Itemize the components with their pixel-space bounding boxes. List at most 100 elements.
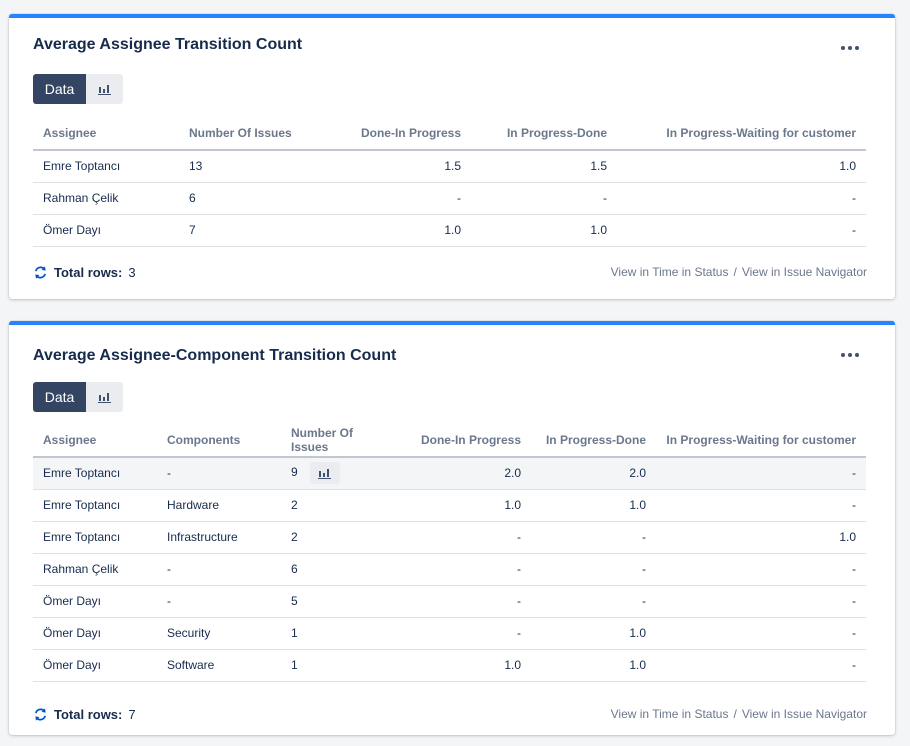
cell-issues: 7 <box>179 214 329 247</box>
link-separator: / <box>733 265 737 279</box>
cell-assignee: Ömer Dayı <box>33 649 157 682</box>
refresh-icon[interactable] <box>33 265 48 280</box>
cell-value: 1.0 <box>531 489 656 522</box>
cell-issues: 6 <box>281 553 403 586</box>
cell-assignee: Emre Toptancı <box>33 489 157 522</box>
total-rows: Total rows: 7 <box>33 707 136 722</box>
cell-issues-value: 9 <box>291 465 298 480</box>
table-header-row: Assignee Components Number Of Issues Don… <box>33 423 866 458</box>
column-header[interactable]: Assignee <box>33 116 179 151</box>
cell-value: - <box>329 182 471 215</box>
column-header[interactable]: Components <box>157 423 281 458</box>
view-toggle: Data <box>33 74 123 104</box>
view-time-in-status-link[interactable]: View in Time in Status <box>611 265 729 279</box>
column-header[interactable]: In Progress-Done <box>471 116 617 151</box>
gadget-assignee-component-transition: Average Assignee-Component Transition Co… <box>9 321 895 735</box>
column-header[interactable]: Done-In Progress <box>329 116 471 151</box>
cell-value: 1.0 <box>329 214 471 247</box>
table-row[interactable]: Emre Toptancı - 9 2.0 2.0 - <box>33 457 866 490</box>
row-chart-button[interactable] <box>309 462 340 485</box>
total-rows-label: Total rows: <box>54 706 123 722</box>
column-header[interactable]: In Progress-Waiting for customer <box>656 423 866 458</box>
cell-component: Hardware <box>157 489 281 522</box>
refresh-icon[interactable] <box>33 707 48 722</box>
cell-value: 1.0 <box>617 150 866 183</box>
total-rows-value: 3 <box>128 264 136 280</box>
cell-assignee: Ömer Dayı <box>33 214 179 247</box>
data-view-button[interactable]: Data <box>33 382 86 412</box>
cell-value: - <box>656 457 866 490</box>
chart-view-button[interactable] <box>86 74 123 104</box>
cell-issues: 1 <box>281 617 403 650</box>
cell-assignee: Emre Toptancı <box>33 150 179 183</box>
table-row: Ömer Dayı - 5 - - - <box>33 585 866 618</box>
more-icon[interactable] <box>841 349 861 361</box>
footer-links: View in Time in Status / View in Issue Nav… <box>611 265 867 279</box>
table-row: Emre Toptancı 13 1.5 1.5 1.0 <box>33 150 866 183</box>
table-row: Ömer Dayı Security 1 - 1.0 - <box>33 617 866 650</box>
cell-value: - <box>403 521 531 554</box>
total-rows-label: Total rows: <box>54 264 123 280</box>
view-toggle: Data <box>33 382 123 412</box>
cell-value: - <box>656 553 866 586</box>
table-row: Rahman Çelik - 6 - - - <box>33 553 866 586</box>
cell-value: 1.0 <box>403 489 531 522</box>
cell-assignee: Ömer Dayı <box>33 617 157 650</box>
transition-table: Assignee Components Number Of Issues Don… <box>33 423 866 682</box>
cell-value: - <box>617 182 866 215</box>
cell-value: 1.5 <box>471 150 617 183</box>
table-header-row: Assignee Number Of Issues Done-In Progre… <box>33 116 866 151</box>
cell-component: - <box>157 553 281 586</box>
cell-component: Software <box>157 649 281 682</box>
cell-value: - <box>656 649 866 682</box>
cell-assignee: Emre Toptancı <box>33 457 157 490</box>
gadget-footer: Total rows: 3 View in Time in Status / Vie… <box>33 262 867 282</box>
column-header[interactable]: In Progress-Waiting for customer <box>617 116 866 151</box>
bar-chart-icon <box>98 392 111 403</box>
cell-value: - <box>403 585 531 618</box>
view-issue-navigator-link[interactable]: View in Issue Navigator <box>742 707 867 721</box>
cell-value: - <box>531 553 656 586</box>
cell-value: 2.0 <box>531 457 656 490</box>
table-row: Emre Toptancı Hardware 2 1.0 1.0 - <box>33 489 866 522</box>
bar-chart-icon <box>318 468 332 479</box>
transition-table: Assignee Number Of Issues Done-In Progre… <box>33 116 866 247</box>
gadget-assignee-transition: Average Assignee Transition Count Data A… <box>9 14 895 299</box>
cell-value: - <box>471 182 617 215</box>
cell-value: 1.0 <box>531 649 656 682</box>
data-view-button[interactable]: Data <box>33 74 86 104</box>
more-icon[interactable] <box>841 42 861 54</box>
link-separator: / <box>733 707 737 721</box>
column-header[interactable]: In Progress-Done <box>531 423 656 458</box>
gadget-footer: Total rows: 7 View in Time in Status / Vie… <box>33 704 867 724</box>
column-header[interactable]: Number Of Issues <box>179 116 329 151</box>
gadget-title: Average Assignee-Component Transition Co… <box>33 347 397 364</box>
cell-component: Security <box>157 617 281 650</box>
cell-assignee: Rahman Çelik <box>33 553 157 586</box>
gadget-title: Average Assignee Transition Count <box>33 36 303 53</box>
cell-assignee: Emre Toptancı <box>33 521 157 554</box>
cell-value: - <box>617 214 866 247</box>
column-header[interactable]: Number Of Issues <box>281 423 403 458</box>
cell-issues: 1 <box>281 649 403 682</box>
cell-value: 1.0 <box>471 214 617 247</box>
cell-value: - <box>531 521 656 554</box>
column-header[interactable]: Assignee <box>33 423 157 458</box>
cell-issues: 13 <box>179 150 329 183</box>
total-rows-value: 7 <box>128 706 136 722</box>
cell-component: Infrastructure <box>157 521 281 554</box>
table-row: Ömer Dayı Software 1 1.0 1.0 - <box>33 649 866 682</box>
cell-value: 1.0 <box>403 649 531 682</box>
cell-value: - <box>531 585 656 618</box>
view-issue-navigator-link[interactable]: View in Issue Navigator <box>742 265 867 279</box>
footer-links: View in Time in Status / View in Issue Nav… <box>611 707 867 721</box>
view-time-in-status-link[interactable]: View in Time in Status <box>611 707 729 721</box>
chart-view-button[interactable] <box>86 382 123 412</box>
cell-value: - <box>656 585 866 618</box>
cell-value: 1.0 <box>656 521 866 554</box>
cell-value: - <box>656 489 866 522</box>
cell-value: 2.0 <box>403 457 531 490</box>
table-row: Emre Toptancı Infrastructure 2 - - 1.0 <box>33 521 866 554</box>
table-row: Ömer Dayı 7 1.0 1.0 - <box>33 214 866 247</box>
column-header[interactable]: Done-In Progress <box>403 423 531 458</box>
